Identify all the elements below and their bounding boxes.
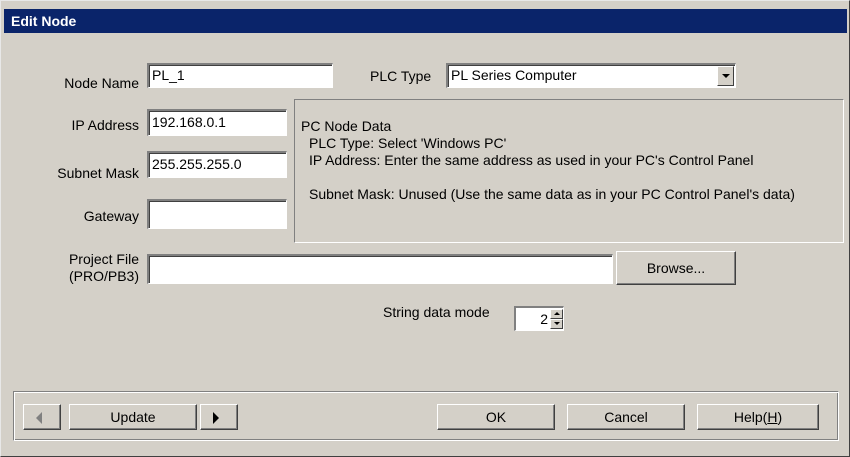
subnet-mask-label: Subnet Mask [57, 165, 139, 181]
spin-down-icon [554, 322, 560, 325]
gateway-label: Gateway [83, 208, 139, 224]
help-label-accelerator: H [767, 409, 778, 425]
info-plc-type: PLC Type: Select 'Windows PC' [309, 135, 507, 151]
project-file-input[interactable] [147, 254, 613, 284]
update-button[interactable]: Update [69, 404, 197, 430]
browse-button[interactable]: Browse... [616, 251, 736, 285]
subnet-mask-input[interactable]: 255.255.255.0 [147, 151, 287, 178]
info-heading: PC Node Data [301, 118, 392, 134]
pc-node-data-panel: PC Node Data PLC Type: Select 'Windows P… [294, 99, 844, 243]
gateway-input[interactable] [147, 199, 287, 229]
ip-address-label: IP Address [71, 117, 139, 133]
project-file-label-line2: (PRO/PB3) [68, 268, 139, 284]
string-data-mode-value: 2 [540, 311, 548, 327]
plc-type-select[interactable]: PL Series Computer [446, 63, 736, 88]
help-label-prefix: Help( [733, 409, 768, 425]
project-file-label: Project File (PRO/PB3) [21, 251, 139, 285]
project-file-label-line1: Project File [68, 251, 139, 267]
ok-button[interactable]: OK [437, 404, 555, 430]
string-data-mode-spinner[interactable]: 2 [514, 306, 564, 331]
help-label-suffix: ) [777, 409, 783, 425]
plc-type-dropdown-button[interactable] [717, 66, 734, 86]
dialog-title: Edit Node [4, 9, 847, 33]
node-name-input[interactable]: PL_1 [147, 63, 333, 88]
arrow-right-icon [213, 412, 219, 424]
help-button[interactable]: Help(H) [697, 404, 819, 430]
next-node-button[interactable] [200, 404, 238, 430]
spin-up-button[interactable] [550, 309, 563, 319]
chevron-down-icon [722, 74, 730, 78]
info-ip-address: IP Address: Enter the same address as us… [309, 152, 754, 168]
string-data-mode-label: String data mode [383, 304, 490, 320]
spin-down-button[interactable] [550, 319, 563, 329]
ip-address-input[interactable]: 192.168.0.1 [147, 109, 287, 136]
previous-node-button[interactable] [23, 404, 61, 430]
edit-node-dialog: Edit Node Node Name PL_1 PLC Type PL Ser… [0, 0, 850, 457]
spin-up-icon [554, 312, 560, 315]
plc-type-selected-value: PL Series Computer [451, 67, 577, 83]
info-subnet-mask: Subnet Mask: Unused (Use the same data a… [309, 186, 795, 202]
cancel-button[interactable]: Cancel [567, 404, 685, 430]
plc-type-label: PLC Type [370, 68, 432, 84]
node-name-label: Node Name [64, 75, 139, 91]
arrow-left-icon [36, 412, 42, 424]
